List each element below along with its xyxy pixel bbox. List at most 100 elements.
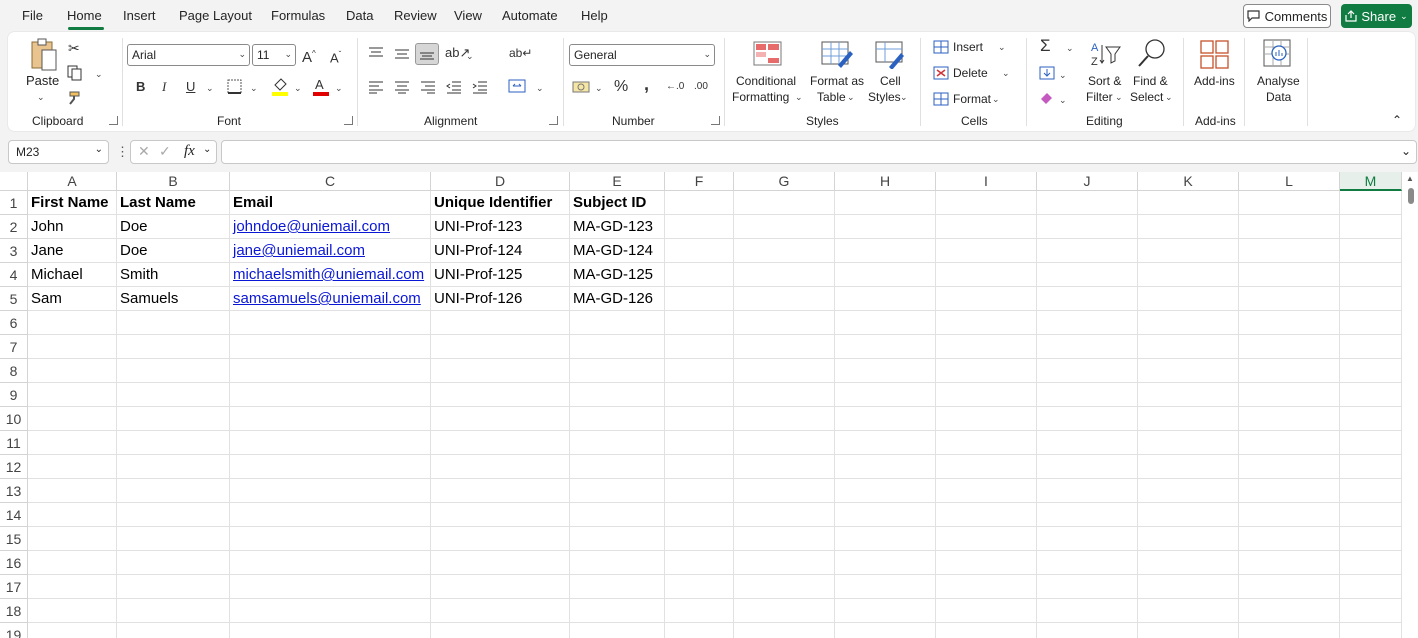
cell-h18[interactable] xyxy=(835,599,936,623)
row-header-16[interactable]: 16 xyxy=(0,551,28,575)
collapse-ribbon-icon[interactable]: ⌃ xyxy=(1392,112,1402,128)
conditional-formatting-label[interactable]: Conditional xyxy=(736,73,796,89)
cell-a6[interactable] xyxy=(28,311,117,335)
column-header-d[interactable]: D xyxy=(431,172,570,191)
cell-a19[interactable] xyxy=(28,623,117,638)
cell-c16[interactable] xyxy=(230,551,431,575)
cell-f13[interactable] xyxy=(665,479,734,503)
cell-l2[interactable] xyxy=(1239,215,1340,239)
cell-c6[interactable] xyxy=(230,311,431,335)
column-header-m[interactable]: M xyxy=(1340,172,1402,191)
paste-icon[interactable] xyxy=(28,38,60,74)
cell-j15[interactable] xyxy=(1037,527,1138,551)
cell-b11[interactable] xyxy=(117,431,230,455)
cell-c2[interactable]: johndoe@uniemail.com xyxy=(230,215,431,239)
cell-l11[interactable] xyxy=(1239,431,1340,455)
cell-j9[interactable] xyxy=(1037,383,1138,407)
cell-j17[interactable] xyxy=(1037,575,1138,599)
cell-d1[interactable]: Unique Identifier xyxy=(431,191,570,215)
cell-l4[interactable] xyxy=(1239,263,1340,287)
chevron-down-icon[interactable]: ⌄ xyxy=(1115,89,1123,105)
insert-cells-label[interactable]: Insert xyxy=(953,39,983,55)
cell-g19[interactable] xyxy=(734,623,835,638)
cell-l6[interactable] xyxy=(1239,311,1340,335)
cell-d2[interactable]: UNI-Prof-123 xyxy=(431,215,570,239)
comma-style-button[interactable]: , xyxy=(644,75,649,93)
cell-k8[interactable] xyxy=(1138,359,1239,383)
cell-k13[interactable] xyxy=(1138,479,1239,503)
increase-indent-icon[interactable] xyxy=(472,80,488,94)
cell-g13[interactable] xyxy=(734,479,835,503)
chevron-down-icon[interactable]: ⌄ xyxy=(1059,67,1067,83)
row-header-17[interactable]: 17 xyxy=(0,575,28,599)
cancel-icon[interactable]: ✕ xyxy=(138,143,150,160)
cell-h9[interactable] xyxy=(835,383,936,407)
cell-c8[interactable] xyxy=(230,359,431,383)
cell-f2[interactable] xyxy=(665,215,734,239)
cell-i16[interactable] xyxy=(936,551,1037,575)
cell-a12[interactable] xyxy=(28,455,117,479)
cell-m7[interactable] xyxy=(1340,335,1402,359)
cell-e4[interactable]: MA-GD-125 xyxy=(570,263,665,287)
row-header-12[interactable]: 12 xyxy=(0,455,28,479)
cell-l13[interactable] xyxy=(1239,479,1340,503)
cell-i5[interactable] xyxy=(936,287,1037,311)
cell-m14[interactable] xyxy=(1340,503,1402,527)
column-header-l[interactable]: L xyxy=(1239,172,1340,191)
cell-h4[interactable] xyxy=(835,263,936,287)
cell-d3[interactable]: UNI-Prof-124 xyxy=(431,239,570,263)
find-select-label[interactable]: Find & xyxy=(1133,73,1168,89)
copy-icon[interactable] xyxy=(67,65,83,81)
cell-j4[interactable] xyxy=(1037,263,1138,287)
cell-d6[interactable] xyxy=(431,311,570,335)
cell-a5[interactable]: Sam xyxy=(28,287,117,311)
cell-j1[interactable] xyxy=(1037,191,1138,215)
analyse-data-label[interactable]: Analyse xyxy=(1257,73,1300,89)
cell-f9[interactable] xyxy=(665,383,734,407)
cell-m2[interactable] xyxy=(1340,215,1402,239)
cell-b2[interactable]: Doe xyxy=(117,215,230,239)
scroll-up-icon[interactable]: ▲ xyxy=(1406,174,1414,183)
formula-input[interactable]: ⌄ xyxy=(221,140,1417,164)
cell-a1[interactable]: First Name xyxy=(28,191,117,215)
cell-m16[interactable] xyxy=(1340,551,1402,575)
cell-e13[interactable] xyxy=(570,479,665,503)
vertical-scrollbar[interactable]: ▲ xyxy=(1402,172,1418,638)
autosum-icon[interactable]: Σ xyxy=(1040,37,1051,54)
cell-e7[interactable] xyxy=(570,335,665,359)
chevron-down-icon[interactable]: ⌄ xyxy=(595,80,603,96)
row-header-5[interactable]: 5 xyxy=(0,287,28,311)
cell-k4[interactable] xyxy=(1138,263,1239,287)
column-header-i[interactable]: I xyxy=(936,172,1037,191)
cell-f7[interactable] xyxy=(665,335,734,359)
chevron-down-icon[interactable]: ⌄ xyxy=(203,144,211,155)
cell-b12[interactable] xyxy=(117,455,230,479)
cell-b14[interactable] xyxy=(117,503,230,527)
cell-i7[interactable] xyxy=(936,335,1037,359)
cell-k6[interactable] xyxy=(1138,311,1239,335)
scrollbar-thumb[interactable] xyxy=(1408,188,1414,204)
chevron-down-icon[interactable]: ⌄ xyxy=(992,91,1000,107)
cell-a11[interactable] xyxy=(28,431,117,455)
conditional-formatting-icon[interactable] xyxy=(753,41,783,67)
cell-d8[interactable] xyxy=(431,359,570,383)
cell-c15[interactable] xyxy=(230,527,431,551)
cell-m12[interactable] xyxy=(1340,455,1402,479)
cell-h5[interactable] xyxy=(835,287,936,311)
cell-f19[interactable] xyxy=(665,623,734,638)
cell-m6[interactable] xyxy=(1340,311,1402,335)
align-top-icon[interactable] xyxy=(368,46,384,60)
delete-cells-icon[interactable] xyxy=(933,66,949,80)
cell-m3[interactable] xyxy=(1340,239,1402,263)
cell-j13[interactable] xyxy=(1037,479,1138,503)
cell-l19[interactable] xyxy=(1239,623,1340,638)
cell-j7[interactable] xyxy=(1037,335,1138,359)
cell-a16[interactable] xyxy=(28,551,117,575)
row-header-9[interactable]: 9 xyxy=(0,383,28,407)
cell-h12[interactable] xyxy=(835,455,936,479)
cell-b13[interactable] xyxy=(117,479,230,503)
column-header-a[interactable]: A xyxy=(28,172,117,191)
row-header-4[interactable]: 4 xyxy=(0,263,28,287)
cell-i6[interactable] xyxy=(936,311,1037,335)
column-header-b[interactable]: B xyxy=(117,172,230,191)
